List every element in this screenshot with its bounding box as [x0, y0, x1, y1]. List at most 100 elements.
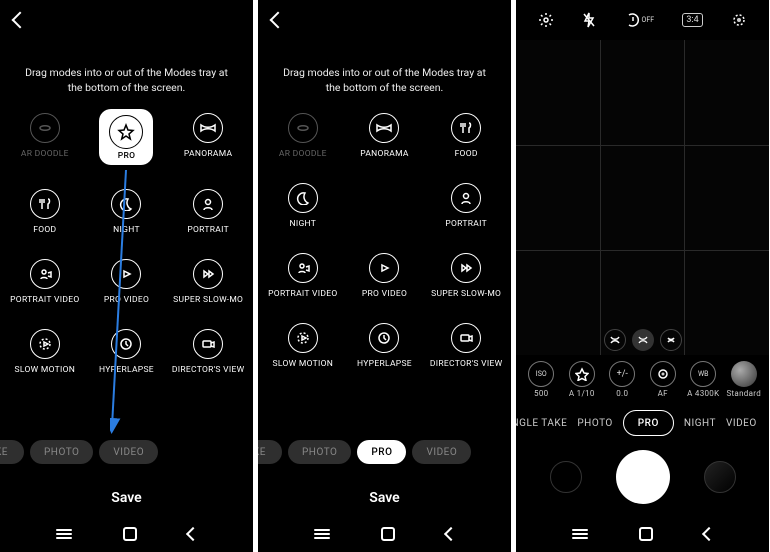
topbar — [0, 0, 253, 40]
motion-photo-icon[interactable] — [731, 12, 747, 28]
mode-panorama[interactable]: PANORAMA — [344, 113, 426, 159]
lens-selector[interactable] — [604, 329, 682, 351]
mode-tray[interactable]: AKE PHOTO VIDEO — [0, 430, 253, 476]
gallery-thumbnail[interactable] — [550, 461, 582, 493]
mode-tray[interactable]: AKE PHOTO PRO VIDEO — [258, 430, 511, 476]
mode-directors-view[interactable]: DIRECTOR'S VIEW — [425, 323, 507, 369]
lens-ultrawide-icon[interactable] — [604, 329, 626, 351]
system-navbar — [0, 516, 253, 552]
super-slow-mo-icon — [451, 253, 481, 283]
slow-motion-icon — [30, 329, 60, 359]
portrait-icon — [193, 189, 223, 219]
mode-pro-video[interactable]: PRO VIDEO — [344, 253, 426, 299]
mode-panorama[interactable]: PANORAMA — [167, 113, 249, 165]
mode-slow-motion[interactable]: SLOW MOTION — [262, 323, 344, 369]
save-button[interactable]: Save — [258, 476, 511, 516]
mode-food[interactable]: FOOD — [425, 113, 507, 159]
lens-wide-icon[interactable] — [632, 329, 654, 351]
pro-video-icon — [369, 253, 399, 283]
nav-home-icon[interactable] — [639, 527, 653, 541]
mode-ar-doodle[interactable]: AR DOODLE — [4, 113, 86, 165]
hyperlapse-icon — [111, 329, 141, 359]
setting-wb[interactable]: WB A 4300K — [684, 361, 723, 398]
mode-super-slow-mo[interactable]: SUPER SLOW-MO — [425, 253, 507, 299]
setting-shutter[interactable]: A 1/10 — [563, 361, 602, 398]
mode-food[interactable]: FOOD — [4, 189, 86, 235]
directors-view-icon — [193, 329, 223, 359]
nav-recent-icon[interactable] — [572, 529, 588, 539]
mode-night[interactable]: NIGHT — [262, 183, 344, 229]
timer-off-icon[interactable]: OFF — [625, 12, 655, 28]
nav-recent-icon[interactable] — [56, 529, 72, 539]
mode-ar-doodle[interactable]: AR DOODLE — [262, 113, 344, 159]
super-slow-mo-icon — [193, 259, 223, 289]
mode-photo[interactable]: PHOTO — [577, 418, 612, 429]
switch-camera-button[interactable] — [704, 461, 736, 493]
mode-hyperlapse[interactable]: HYPERLAPSE — [86, 329, 168, 375]
tray-pill-photo[interactable]: PHOTO — [288, 440, 351, 464]
slow-motion-icon — [288, 323, 318, 353]
mode-super-slow-mo[interactable]: SUPER SLOW-MO — [167, 259, 249, 305]
directors-view-icon — [451, 323, 481, 353]
camera-mode-strip[interactable]: INGLE TAKE PHOTO PRO NIGHT VIDEO — [516, 400, 769, 446]
topbar — [258, 0, 511, 40]
tray-pill-take[interactable]: AKE — [258, 440, 282, 464]
settings-icon[interactable] — [538, 12, 554, 28]
ev-icon: +/- — [609, 361, 635, 387]
mode-pro-video[interactable]: PRO VIDEO — [86, 259, 168, 305]
phone-screen-3: OFF 3:4 ISO 500 A 1/10 +/- 0.0 AF — [516, 0, 769, 552]
profile-icon — [731, 361, 757, 387]
ar-doodle-icon — [30, 113, 60, 143]
tray-pill-pro[interactable]: PRO — [357, 440, 406, 464]
mode-portrait[interactable]: PORTRAIT — [167, 189, 249, 235]
pro-video-icon — [111, 259, 141, 289]
mode-video[interactable]: VIDEO — [726, 418, 757, 429]
mode-portrait[interactable]: PORTRAIT — [425, 183, 507, 229]
mode-night[interactable]: NIGHT — [684, 418, 716, 429]
tray-pill-take[interactable]: AKE — [0, 440, 24, 464]
mode-night[interactable]: NIGHT — [86, 189, 168, 235]
aspect-ratio-icon[interactable]: 3:4 — [682, 13, 702, 27]
mode-portrait-video[interactable]: PORTRAIT VIDEO — [262, 253, 344, 299]
setting-profile[interactable]: Standard — [725, 361, 764, 398]
tray-pill-photo[interactable]: PHOTO — [30, 440, 93, 464]
system-navbar — [258, 516, 511, 552]
night-icon — [288, 183, 318, 213]
mode-hyperlapse[interactable]: HYPERLAPSE — [344, 323, 426, 369]
wb-icon: WB — [690, 361, 716, 387]
setting-focus[interactable]: AF — [644, 361, 683, 398]
setting-ev[interactable]: +/- 0.0 — [603, 361, 642, 398]
shutter-button[interactable] — [616, 450, 670, 504]
nav-recent-icon[interactable] — [314, 529, 330, 539]
mode-slow-motion[interactable]: SLOW MOTION — [4, 329, 86, 375]
nav-back-icon[interactable] — [185, 527, 199, 541]
back-icon[interactable] — [270, 12, 287, 29]
iso-icon: ISO — [528, 361, 554, 387]
flash-off-icon[interactable] — [582, 12, 596, 28]
back-icon[interactable] — [12, 12, 29, 29]
mode-pro[interactable]: PRO — [86, 113, 168, 165]
nav-home-icon[interactable] — [123, 527, 137, 541]
food-icon — [30, 189, 60, 219]
hyperlapse-icon — [369, 323, 399, 353]
mode-single-take[interactable]: INGLE TAKE — [516, 418, 567, 429]
portrait-icon — [451, 183, 481, 213]
mode-pro-active[interactable]: PRO — [623, 410, 674, 436]
food-icon — [451, 113, 481, 143]
viewfinder[interactable] — [516, 40, 769, 355]
mode-grid: AR DOODLE PRO PANORAMA FOOD NIGHT PORTRA… — [0, 109, 253, 385]
shutter-icon — [569, 361, 595, 387]
mode-grid: AR DOODLE PANORAMA FOOD NIGHT PORTRAIT P… — [258, 109, 511, 379]
panorama-icon — [369, 113, 399, 143]
mode-portrait-video[interactable]: PORTRAIT VIDEO — [4, 259, 86, 305]
nav-home-icon[interactable] — [381, 527, 395, 541]
portrait-video-icon — [30, 259, 60, 289]
setting-iso[interactable]: ISO 500 — [522, 361, 561, 398]
nav-back-icon[interactable] — [701, 527, 715, 541]
lens-tele-icon[interactable] — [660, 329, 682, 351]
mode-directors-view[interactable]: DIRECTOR'S VIEW — [167, 329, 249, 375]
nav-back-icon[interactable] — [443, 527, 457, 541]
save-button[interactable]: Save — [0, 476, 253, 516]
tray-pill-video[interactable]: VIDEO — [99, 440, 158, 464]
tray-pill-video[interactable]: VIDEO — [412, 440, 471, 464]
